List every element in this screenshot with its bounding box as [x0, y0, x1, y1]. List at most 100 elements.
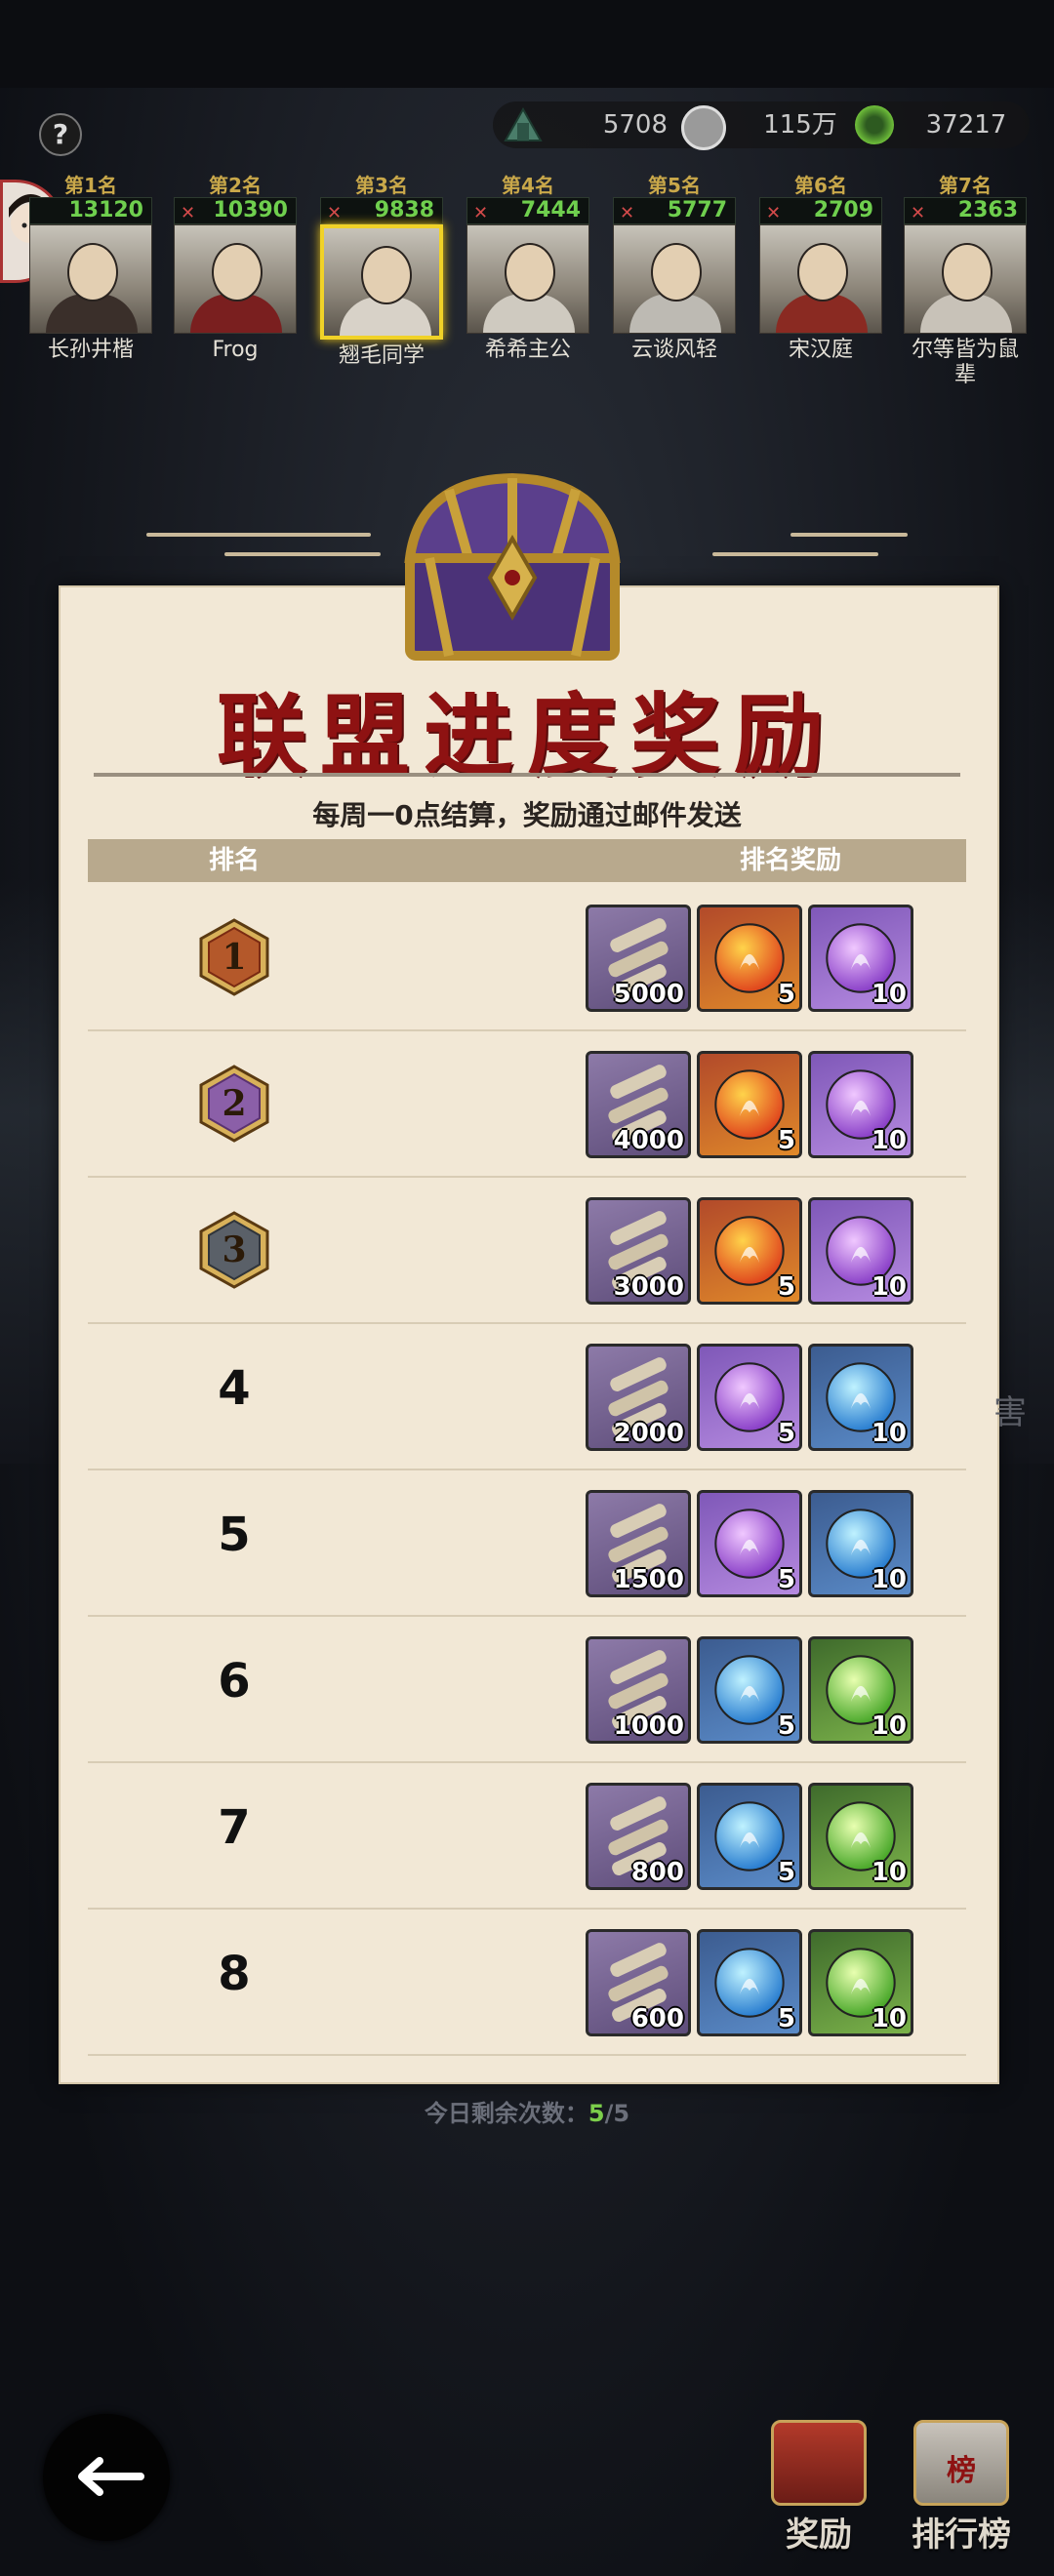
orb-purple-item[interactable]: 5 — [697, 1344, 802, 1451]
decor-line-right — [712, 552, 878, 556]
item-quantity: 10 — [871, 1419, 907, 1448]
leaderboard-icon: 榜 — [913, 2420, 1009, 2506]
item-quantity: 800 — [630, 1858, 684, 1887]
orb-blue-item[interactable]: 5 — [697, 1783, 802, 1890]
leaderboard-badge: 榜 — [947, 2454, 976, 2488]
settlement-note: 每周一0点结算，奖励通过邮件发送 — [312, 799, 742, 831]
rank-label: 第5名 — [648, 174, 701, 197]
item-quantity: 1000 — [613, 1711, 684, 1741]
orb-red-item[interactable]: 5 — [697, 1197, 802, 1305]
item-quantity: 600 — [630, 2004, 684, 2033]
orb-green-item[interactable]: 10 — [808, 1783, 913, 1890]
score-value: ✕ 2363 — [904, 197, 1027, 224]
swords-icon: ✕ — [766, 203, 782, 223]
item-quantity: 1500 — [613, 1565, 684, 1594]
score-value: ✕ 2709 — [759, 197, 882, 224]
score-value: ✕ 7444 — [466, 197, 589, 224]
score-value: ✕ 5777 — [613, 197, 736, 224]
rank-label: 第6名 — [794, 174, 847, 197]
help-button[interactable]: ? — [39, 113, 82, 156]
hero-name: 宋汉庭 — [788, 338, 853, 362]
ranking-card-3[interactable]: 第3名 ✕ 9838 翘毛同学 — [320, 174, 443, 369]
ranking-card-4[interactable]: 第4名 ✕ 7444 希希主公 — [466, 174, 589, 363]
hero-name: 长孙井楷 — [47, 338, 134, 362]
scroll-item[interactable]: 4000 — [586, 1051, 691, 1158]
item-quantity: 10 — [871, 2004, 907, 2033]
rank-label: 第1名 — [64, 174, 117, 197]
reward-row: 4 2000 5 10 — [88, 1322, 966, 1470]
decor-line-left-2 — [224, 552, 381, 556]
item-quantity: 5 — [777, 1126, 795, 1155]
orb-purple-item[interactable]: 5 — [697, 1490, 802, 1597]
rewards-button[interactable]: 奖励 — [765, 2420, 872, 2556]
orb-blue-item[interactable]: 5 — [697, 1636, 802, 1744]
scroll-item[interactable]: 2000 — [586, 1344, 691, 1451]
ranking-card-6[interactable]: 第6名 ✕ 2709 宋汉庭 — [759, 174, 882, 363]
ranking-card-7[interactable]: 第7名 ✕ 2363 尔等皆为鼠辈 — [904, 174, 1027, 388]
reward-row: 5 1500 5 10 — [88, 1469, 966, 1617]
hero-portrait — [904, 224, 1027, 334]
item-quantity: 10 — [871, 1272, 907, 1302]
orb-red-item[interactable]: 5 — [697, 1051, 802, 1158]
remaining-attempts: 今日剩余次数：5/5 — [0, 2094, 1054, 2128]
swords-icon: ✕ — [911, 203, 926, 223]
orb-blue-item[interactable]: 10 — [808, 1344, 913, 1451]
ranking-card-2[interactable]: 第2名 ✕ 10390 Frog — [174, 174, 297, 363]
reward-row: 6 1000 5 10 — [88, 1615, 966, 1763]
decor-line-right-2 — [790, 533, 908, 537]
scroll-item[interactable]: 5000 — [586, 905, 691, 1012]
score-value: 13120 — [29, 197, 152, 224]
orb-purple-item[interactable]: 10 — [808, 1051, 913, 1158]
hero-portrait — [759, 224, 882, 334]
orb-blue-item[interactable]: 10 — [808, 1490, 913, 1597]
scroll-item[interactable]: 600 — [586, 1929, 691, 2036]
coin-icon — [681, 105, 726, 150]
orb-green-item[interactable]: 10 — [808, 1636, 913, 1744]
rank-label: 第3名 — [355, 174, 408, 197]
item-quantity: 5 — [777, 980, 795, 1009]
scroll-item[interactable]: 1000 — [586, 1636, 691, 1744]
rank-number: 5 — [218, 1508, 251, 1562]
swords-icon: ✕ — [181, 203, 196, 223]
rank-number: 1 — [222, 937, 247, 978]
header-rank: 排名 — [208, 846, 260, 875]
table-header: 排名 排名奖励 — [88, 839, 966, 882]
swords-icon: ✕ — [327, 203, 343, 223]
remaining-used: 5 — [588, 2100, 605, 2127]
token-amount: 5708 — [602, 110, 668, 140]
item-quantity: 5000 — [613, 980, 684, 1009]
orb-purple-item[interactable]: 10 — [808, 905, 913, 1012]
item-quantity: 3000 — [613, 1272, 684, 1302]
ranking-card-1[interactable]: 第1名 13120 长孙井楷 — [29, 174, 152, 363]
back-button[interactable] — [43, 2414, 170, 2541]
leaderboard-label: 排行榜 — [912, 2516, 1011, 2555]
item-quantity: 5 — [777, 2004, 795, 2033]
scroll-item[interactable]: 1500 — [586, 1490, 691, 1597]
score-value: ✕ 9838 — [320, 197, 443, 224]
rank-number: 3 — [222, 1229, 247, 1270]
item-quantity: 10 — [871, 1858, 907, 1887]
coin-amount: 115万 — [763, 110, 837, 140]
reward-row: 1 5000 5 10 — [88, 883, 966, 1031]
rewards-label: 奖励 — [786, 2516, 852, 2555]
scroll-item[interactable]: 3000 — [586, 1197, 691, 1305]
item-quantity: 5 — [777, 1711, 795, 1741]
ranking-card-5[interactable]: 第5名 ✕ 5777 云谈风轻 — [613, 174, 736, 363]
item-quantity: 4000 — [613, 1126, 684, 1155]
rank-number: 7 — [218, 1800, 251, 1855]
rank-medal-icon: 3 — [199, 1211, 269, 1289]
rank-medal-icon: 2 — [199, 1065, 269, 1143]
orb-green-item[interactable]: 10 — [808, 1929, 913, 2036]
reward-row: 7 800 5 10 — [88, 1761, 966, 1910]
orb-blue-item[interactable]: 5 — [697, 1929, 802, 2036]
hero-name: Frog — [212, 338, 259, 362]
orb-purple-item[interactable]: 10 — [808, 1197, 913, 1305]
orb-red-item[interactable]: 5 — [697, 905, 802, 1012]
rank-number: 6 — [218, 1654, 251, 1709]
decor-line-left — [146, 533, 371, 537]
hero-portrait — [320, 224, 443, 340]
leaderboard-button[interactable]: 榜 排行榜 — [908, 2420, 1015, 2556]
scroll-item[interactable]: 800 — [586, 1783, 691, 1890]
hero-portrait — [613, 224, 736, 334]
item-quantity: 10 — [871, 1711, 907, 1741]
